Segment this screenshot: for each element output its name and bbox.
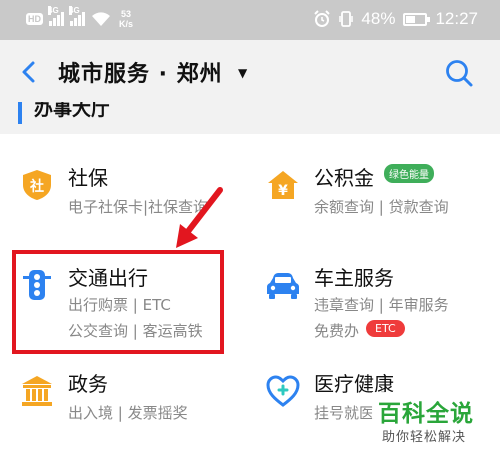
page-title[interactable]: 城市服务 · 郑州	[58, 56, 223, 88]
service-name: 车主服务	[314, 266, 394, 290]
signal-icon: 4G	[69, 6, 85, 26]
signal-icon: 4G	[48, 6, 64, 26]
highlight-box	[12, 250, 224, 354]
section-title: 办事大厅	[34, 102, 111, 120]
watermark: 百科全说 助你轻松解决	[372, 392, 494, 448]
status-bar: HD 4G 4G 53 K/s 48% 12:27	[0, 0, 500, 40]
service-name: 社保	[68, 166, 108, 190]
app-header: 城市服务 · 郑州 ▼	[0, 40, 500, 104]
service-description: 挂号就医	[314, 404, 375, 422]
alarm-icon	[314, 10, 331, 27]
service-description: 余额查询 | 贷款查询	[314, 198, 449, 216]
service-name: 公积金	[314, 166, 374, 190]
annotation-arrow-icon	[176, 187, 223, 248]
service-item-government-affairs[interactable]: 政务 出入境 | 发票摇奖	[20, 368, 260, 428]
city-dropdown-caret-icon[interactable]: ▼	[238, 66, 247, 80]
section-header: 办事大厅	[16, 102, 486, 124]
section-accent-bar	[18, 102, 22, 124]
service-description: 出入境 | 发票摇奖	[68, 404, 188, 422]
clock: 12:27	[435, 9, 478, 28]
hd-voice-icon: HD	[26, 13, 43, 25]
service-description: 免费办	[314, 322, 360, 340]
network-speed: 53 K/s	[119, 9, 134, 29]
search-icon[interactable]	[444, 58, 474, 88]
battery-percent: 48%	[361, 9, 396, 28]
svg-text:社: 社	[29, 178, 44, 195]
government-building-icon	[22, 376, 52, 406]
green-energy-badge: 绿色能量	[384, 164, 434, 183]
car-icon	[267, 273, 299, 299]
vibrate-icon	[339, 11, 354, 27]
battery-icon	[403, 12, 431, 26]
service-item-car-owner[interactable]: 车主服务 违章查询 | 年审服务 免费办 ETC	[266, 262, 500, 342]
watermark-logo-text: 百科全说	[378, 401, 474, 427]
service-name: 政务	[68, 372, 108, 396]
service-item-housing-fund[interactable]: ¥ 公积金 绿色能量 余额查询 | 贷款查询	[266, 162, 500, 224]
medical-cross-icon	[266, 375, 300, 407]
watermark-slogan: 助你轻松解决	[382, 430, 467, 445]
etc-badge: ETC	[366, 320, 405, 337]
yuan-house-icon: ¥	[268, 171, 298, 199]
service-description: 违章查询 | 年审服务	[314, 296, 449, 314]
svg-text:¥: ¥	[278, 183, 288, 199]
back-arrow-icon[interactable]	[18, 60, 40, 84]
wifi-icon	[92, 12, 110, 26]
shield-icon: 社	[23, 170, 51, 200]
